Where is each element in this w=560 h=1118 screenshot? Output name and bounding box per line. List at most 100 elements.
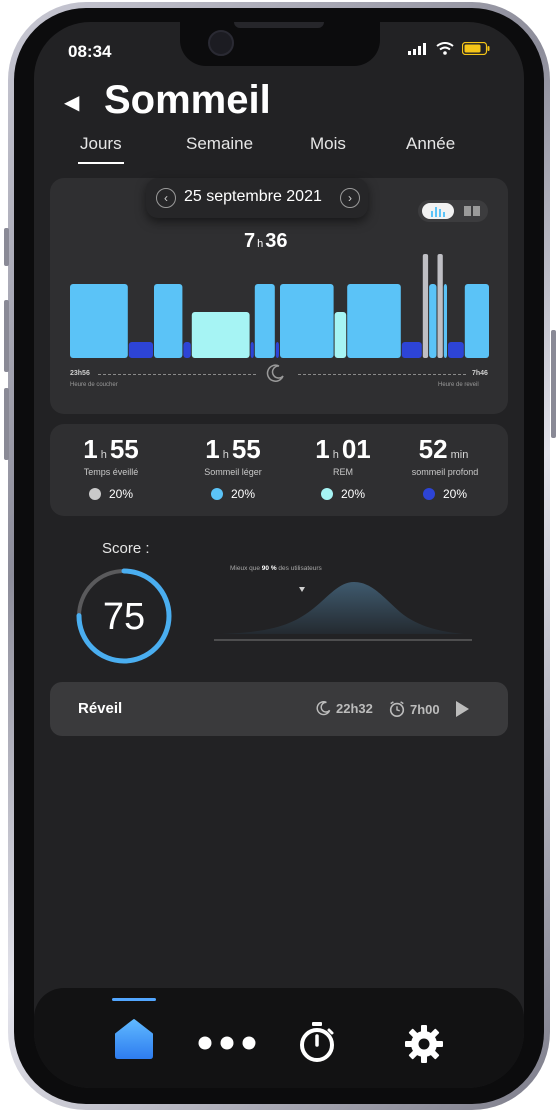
legend-dot-deep [422,488,435,500]
moon-icon [316,701,331,716]
hypnogram-chart [70,254,489,358]
legend-dot-rem [320,488,333,500]
stat-awake: 1 h 55 Temps éveillé 20% [56,424,166,501]
legend-dot-light [210,488,223,500]
stat-label: REM [333,467,353,477]
hypnogram-segment-deep [448,342,464,358]
silent-switch [4,228,9,266]
front-camera [208,30,234,56]
hypnogram-segment-light [347,284,401,358]
timer-icon[interactable] [298,1022,336,1062]
stat-label: sommeil profond [411,467,479,477]
legend-dot-awake [88,488,101,500]
hypnogram-segment-light [70,284,128,358]
volume-up-button [4,300,9,372]
notch [180,22,380,66]
stat-rem: 1 h 01 REM 20% [288,424,398,501]
sleep-stats-card: 1 h 55 Temps éveillé 20% 1 h 55 Sommeil lége… [50,424,508,516]
stat-percent: 20% [56,487,166,501]
hypnogram-segment-rem [334,312,347,358]
hypnogram-segment-rem [191,312,250,358]
waketime-caption: Heure de reveil [438,382,479,388]
stat-label: Temps éveillé [83,467,139,477]
screen: 08:34 ◀ Sommeil Jours Semaine Mois Année… [34,22,524,1088]
play-icon[interactable] [454,700,470,718]
alarm-clock-icon [389,701,405,718]
hypnogram-segment-light [154,284,183,358]
reveil-title: Réveil [78,700,123,717]
timeline-axis-left [98,374,256,375]
bedtime-caption: Heure de coucher [70,382,118,388]
speaker [234,22,324,28]
hypnogram-segment-deep [275,342,279,358]
nav-active-indicator [112,998,156,1001]
hypnogram-segment-deep [401,342,422,358]
hypnogram-segment-deep [183,342,191,358]
wifi-icon [436,42,454,55]
page-title: Sommeil [104,78,271,122]
tab-semaine[interactable]: Semaine [186,134,253,154]
more-icon[interactable] [198,1036,256,1050]
status-icons [408,42,490,55]
stat-label: Sommeil léger [204,467,262,477]
tab-annee[interactable]: Année [406,134,455,154]
hypnogram-segment-awake [437,254,443,358]
stat-value: 52 min [418,434,469,464]
bedtime-label: 23h56 [70,370,90,377]
hypnogram-segment-deep [250,342,254,358]
score-distribution-chart [214,582,472,641]
cellular-signal-icon [408,42,426,55]
prev-day-button[interactable]: ‹ [156,188,176,208]
stat-value: 1 h 01 [315,434,371,464]
score-comparison: Mieux que 90 % des utilisateurs [230,565,322,572]
battery-icon [462,42,490,55]
hypnogram-segment-light [280,284,334,358]
moon-icon [266,364,284,382]
reveil-card[interactable]: Réveil 22h32 7h00 [50,682,508,736]
hypnogram-segment-light [464,284,489,358]
distribution-curve [222,582,464,634]
power-button [551,330,556,438]
hypnogram-segment-light [429,284,437,358]
stat-percent: 20% [390,487,500,501]
reveil-alarm: 7h00 [388,700,440,718]
period-tabs: Jours Semaine Mois Année [34,134,524,174]
hypnogram-segment-awake [422,254,429,358]
date-selector: ‹ 25 septembre 2021 › [146,178,368,218]
duration-hours: 7 [244,230,256,252]
stat-value: 1 h 55 [83,434,139,464]
reveil-alarm-value: 7h00 [410,701,440,717]
date-label: 25 septembre 2021 [184,188,322,205]
stat-value: 1 h 55 [205,434,261,464]
hypnogram-segment-deep [128,342,153,358]
tab-jours[interactable]: Jours [80,134,122,154]
tab-mois[interactable]: Mois [310,134,346,154]
next-day-button[interactable]: › [340,188,360,208]
duration-minutes: 36 [265,230,288,252]
settings-icon[interactable] [404,1024,444,1064]
percentile-marker-icon [299,587,305,592]
reveil-bedtime-value: 22h32 [336,700,373,716]
bottom-nav [34,988,524,1088]
status-time: 08:34 [68,42,112,61]
stat-light-sleep: 1 h 55 Sommeil léger 20% [178,424,288,501]
stat-deep-sleep: 52 min sommeil profond 20% [390,424,500,501]
hypnogram-segment-light [443,284,447,358]
hypnogram-segment-light [254,284,275,358]
volume-down-button [4,388,9,460]
duration-hours-unit: h [257,238,264,250]
back-arrow-icon[interactable]: ◀ [64,90,79,115]
score-label: Score : [102,540,150,557]
active-tab-indicator [78,162,124,164]
score-value: 75 [102,596,146,638]
stat-percent: 20% [178,487,288,501]
sleep-duration: 7 h 36 [244,230,288,253]
chart-view-toggle[interactable] [418,200,488,222]
bar-chart-icon [431,207,445,217]
reveil-bedtime: 22h32 [316,700,373,716]
timeline-axis-right [298,374,466,375]
stat-percent: 20% [288,487,398,501]
home-icon[interactable] [112,1018,156,1060]
waketime-label: 7h46 [472,370,488,377]
columns-view-icon [464,206,480,216]
